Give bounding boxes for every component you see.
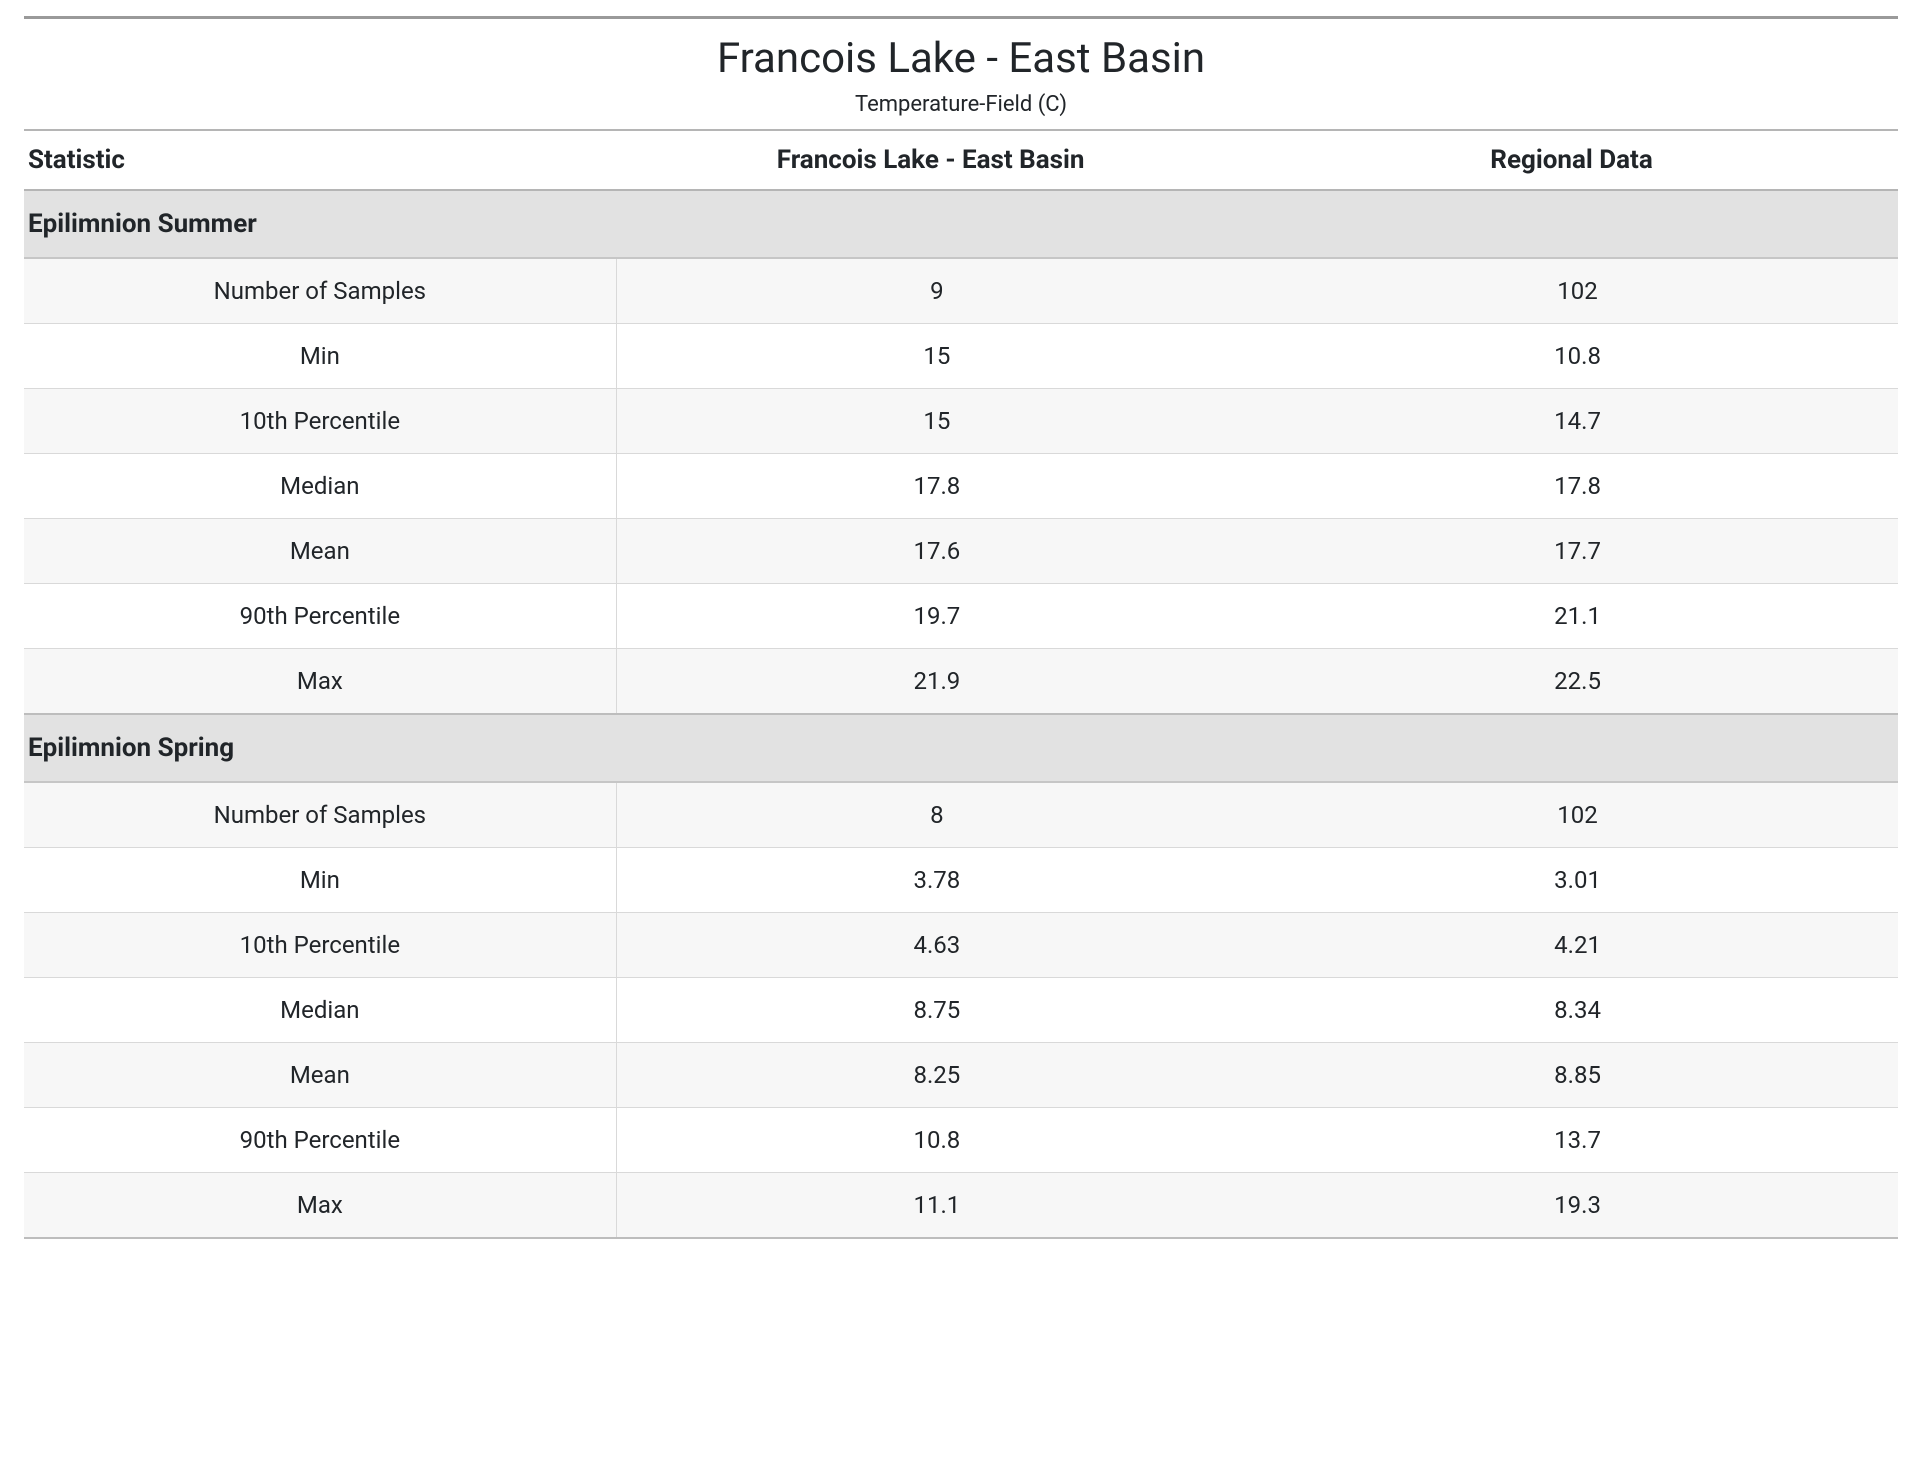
stat-local: 10.8 [616, 1107, 1257, 1172]
stat-regional: 22.5 [1257, 648, 1898, 714]
table-row: 90th Percentile 10.8 13.7 [24, 1107, 1898, 1172]
stat-label: Min [24, 323, 616, 388]
stat-label: Number of Samples [24, 258, 616, 324]
table-row: 10th Percentile 15 14.7 [24, 388, 1898, 453]
stat-local: 8.25 [616, 1042, 1257, 1107]
stat-label: Max [24, 648, 616, 714]
stat-label: 10th Percentile [24, 912, 616, 977]
stat-regional: 14.7 [1257, 388, 1898, 453]
col-local: Francois Lake - East Basin [616, 130, 1257, 190]
stat-local: 17.8 [616, 453, 1257, 518]
stat-regional: 4.21 [1257, 912, 1898, 977]
table-row: Number of Samples 9 102 [24, 258, 1898, 324]
stat-label: 90th Percentile [24, 583, 616, 648]
stat-regional: 17.8 [1257, 453, 1898, 518]
stat-regional: 102 [1257, 782, 1898, 848]
table-row: 10th Percentile 4.63 4.21 [24, 912, 1898, 977]
stat-label: Number of Samples [24, 782, 616, 848]
section-summer: Epilimnion Summer Number of Samples 9 10… [24, 190, 1898, 714]
col-statistic: Statistic [24, 130, 616, 190]
stat-regional: 10.8 [1257, 323, 1898, 388]
stat-regional: 102 [1257, 258, 1898, 324]
table-row: Median 8.75 8.34 [24, 977, 1898, 1042]
col-regional: Regional Data [1257, 130, 1898, 190]
table-row: Number of Samples 8 102 [24, 782, 1898, 848]
section-spring: Epilimnion Spring Number of Samples 8 10… [24, 714, 1898, 1238]
page-subtitle: Temperature-Field (C) [24, 92, 1898, 117]
table-row: Max 11.1 19.3 [24, 1172, 1898, 1238]
table-row: Median 17.8 17.8 [24, 453, 1898, 518]
stat-local: 4.63 [616, 912, 1257, 977]
stat-regional: 19.3 [1257, 1172, 1898, 1238]
stat-regional: 21.1 [1257, 583, 1898, 648]
table-row: Min 15 10.8 [24, 323, 1898, 388]
stat-local: 15 [616, 388, 1257, 453]
table-row: Min 3.78 3.01 [24, 847, 1898, 912]
stat-local: 15 [616, 323, 1257, 388]
stat-local: 3.78 [616, 847, 1257, 912]
section-header: Epilimnion Summer [24, 190, 1898, 258]
page-title: Francois Lake - East Basin [24, 33, 1898, 86]
section-header: Epilimnion Spring [24, 714, 1898, 782]
stat-local: 17.6 [616, 518, 1257, 583]
table-row: Mean 8.25 8.85 [24, 1042, 1898, 1107]
stat-label: Mean [24, 518, 616, 583]
table-row: Mean 17.6 17.7 [24, 518, 1898, 583]
table-row: Max 21.9 22.5 [24, 648, 1898, 714]
stat-regional: 17.7 [1257, 518, 1898, 583]
stat-local: 19.7 [616, 583, 1257, 648]
section-title: Epilimnion Summer [24, 190, 1898, 258]
stat-regional: 8.85 [1257, 1042, 1898, 1107]
stat-label: Median [24, 453, 616, 518]
stat-label: Median [24, 977, 616, 1042]
title-block: Francois Lake - East Basin Temperature-F… [24, 19, 1898, 129]
stat-local: 9 [616, 258, 1257, 324]
stat-local: 11.1 [616, 1172, 1257, 1238]
column-header-row: Statistic Francois Lake - East Basin Reg… [24, 130, 1898, 190]
stat-local: 8 [616, 782, 1257, 848]
table-row: 90th Percentile 19.7 21.1 [24, 583, 1898, 648]
section-title: Epilimnion Spring [24, 714, 1898, 782]
stat-label: Mean [24, 1042, 616, 1107]
stat-label: 90th Percentile [24, 1107, 616, 1172]
stat-regional: 8.34 [1257, 977, 1898, 1042]
stat-label: Max [24, 1172, 616, 1238]
stat-regional: 13.7 [1257, 1107, 1898, 1172]
stat-label: 10th Percentile [24, 388, 616, 453]
stats-table: Statistic Francois Lake - East Basin Reg… [24, 129, 1898, 1239]
stat-label: Min [24, 847, 616, 912]
stat-regional: 3.01 [1257, 847, 1898, 912]
stat-local: 8.75 [616, 977, 1257, 1042]
stat-local: 21.9 [616, 648, 1257, 714]
